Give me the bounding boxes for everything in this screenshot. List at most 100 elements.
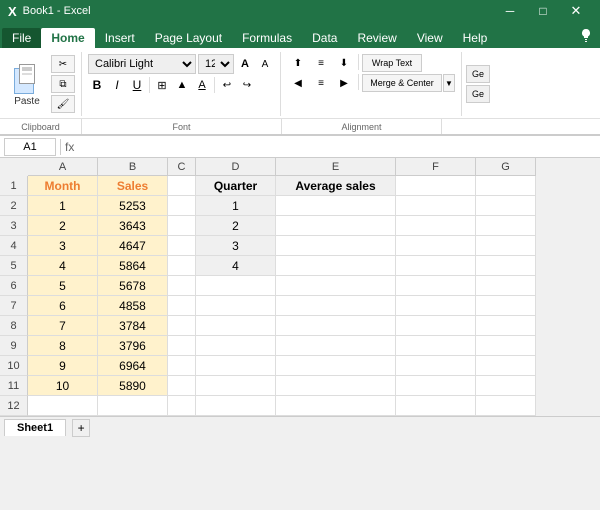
cell-e5[interactable] (276, 256, 396, 276)
cell-e7[interactable] (276, 296, 396, 316)
cell-g9[interactable] (476, 336, 536, 356)
row-header-1[interactable]: 1 (0, 176, 28, 196)
cell-c9[interactable] (168, 336, 196, 356)
cell-d1[interactable]: Quarter (196, 176, 276, 196)
cell-g6[interactable] (476, 276, 536, 296)
cell-g3[interactable] (476, 216, 536, 236)
cell-a2[interactable]: 1 (28, 196, 98, 216)
cell-d8[interactable] (196, 316, 276, 336)
align-right-button[interactable]: ▶ (333, 74, 355, 92)
cell-e9[interactable] (276, 336, 396, 356)
undo-button[interactable]: ↩ (218, 76, 236, 94)
cell-d3[interactable]: 2 (196, 216, 276, 236)
fill-color-button[interactable]: ▲ (173, 76, 191, 94)
cell-d11[interactable] (196, 376, 276, 396)
font-grow-button[interactable]: A (236, 55, 254, 73)
cell-a12[interactable] (28, 396, 98, 416)
cell-d4[interactable]: 3 (196, 236, 276, 256)
tab-file[interactable]: File (2, 28, 41, 48)
tab-review[interactable]: Review (347, 28, 406, 48)
cell-b6[interactable]: 5678 (98, 276, 168, 296)
cell-b5[interactable]: 5864 (98, 256, 168, 276)
cell-b8[interactable]: 3784 (98, 316, 168, 336)
cell-b4[interactable]: 4647 (98, 236, 168, 256)
cell-a10[interactable]: 9 (28, 356, 98, 376)
cell-d9[interactable] (196, 336, 276, 356)
align-center-button[interactable]: ≡ (310, 74, 332, 92)
row-header-4[interactable]: 4 (0, 236, 28, 256)
align-top-button[interactable]: ⬆ (287, 54, 309, 72)
cell-f10[interactable] (396, 356, 476, 376)
format-painter-button[interactable]: 🖌 (51, 95, 75, 113)
cell-e4[interactable] (276, 236, 396, 256)
cell-a7[interactable]: 6 (28, 296, 98, 316)
maximize-button[interactable]: □ (527, 2, 559, 20)
cell-c5[interactable] (168, 256, 196, 276)
cell-b7[interactable]: 4858 (98, 296, 168, 316)
cell-d7[interactable] (196, 296, 276, 316)
cell-e8[interactable] (276, 316, 396, 336)
copy-button[interactable]: ⧉ (51, 75, 75, 93)
row-header-5[interactable]: 5 (0, 256, 28, 276)
tab-home[interactable]: Home (41, 28, 94, 48)
merge-center-button[interactable]: Merge & Center (362, 74, 442, 92)
cell-e12[interactable] (276, 396, 396, 416)
cell-b12[interactable] (98, 396, 168, 416)
cell-c4[interactable] (168, 236, 196, 256)
cell-f12[interactable] (396, 396, 476, 416)
col-header-d[interactable]: D (196, 158, 276, 176)
cell-f9[interactable] (396, 336, 476, 356)
cell-g4[interactable] (476, 236, 536, 256)
col-header-c[interactable]: C (168, 158, 196, 176)
ge-button-bottom[interactable]: Ge (466, 85, 490, 103)
cell-f7[interactable] (396, 296, 476, 316)
cell-c8[interactable] (168, 316, 196, 336)
col-header-g[interactable]: G (476, 158, 536, 176)
col-header-e[interactable]: E (276, 158, 396, 176)
border-button[interactable]: ⊞ (153, 76, 171, 94)
cell-a3[interactable]: 2 (28, 216, 98, 236)
cell-g2[interactable] (476, 196, 536, 216)
cell-g10[interactable] (476, 356, 536, 376)
cell-g11[interactable] (476, 376, 536, 396)
cell-f6[interactable] (396, 276, 476, 296)
font-size-select[interactable]: 12 (198, 54, 234, 74)
tab-help[interactable]: Help (453, 28, 498, 48)
redo-button[interactable]: ↪ (238, 76, 256, 94)
cell-e10[interactable] (276, 356, 396, 376)
merge-center-dropdown[interactable]: ▼ (443, 74, 455, 92)
font-color-button[interactable]: A (193, 76, 211, 94)
row-header-12[interactable]: 12 (0, 396, 28, 416)
cell-d10[interactable] (196, 356, 276, 376)
cell-f2[interactable] (396, 196, 476, 216)
italic-button[interactable]: I (108, 76, 126, 94)
cell-d2[interactable]: 1 (196, 196, 276, 216)
cell-c7[interactable] (168, 296, 196, 316)
cell-b1[interactable]: Sales (98, 176, 168, 196)
cell-c2[interactable] (168, 196, 196, 216)
row-header-7[interactable]: 7 (0, 296, 28, 316)
cut-button[interactable]: ✂ (51, 55, 75, 73)
cell-g8[interactable] (476, 316, 536, 336)
cell-c3[interactable] (168, 216, 196, 236)
cell-a6[interactable]: 5 (28, 276, 98, 296)
cell-a4[interactable]: 3 (28, 236, 98, 256)
col-header-a[interactable]: A (28, 158, 98, 176)
row-header-6[interactable]: 6 (0, 276, 28, 296)
row-header-8[interactable]: 8 (0, 316, 28, 336)
cell-e1[interactable]: Average sales (276, 176, 396, 196)
ge-button-top[interactable]: Ge (466, 65, 490, 83)
add-sheet-button[interactable]: + (72, 419, 90, 437)
cell-b2[interactable]: 5253 (98, 196, 168, 216)
cell-c12[interactable] (168, 396, 196, 416)
cell-e2[interactable] (276, 196, 396, 216)
sheet-tab-sheet1[interactable]: Sheet1 (4, 419, 66, 436)
cell-b3[interactable]: 3643 (98, 216, 168, 236)
cell-g1[interactable] (476, 176, 536, 196)
cell-a1[interactable]: Month (28, 176, 98, 196)
align-bottom-button[interactable]: ⬇ (333, 54, 355, 72)
paste-button[interactable]: Paste (6, 59, 48, 110)
row-header-9[interactable]: 9 (0, 336, 28, 356)
cell-d12[interactable] (196, 396, 276, 416)
underline-button[interactable]: U (128, 76, 146, 94)
